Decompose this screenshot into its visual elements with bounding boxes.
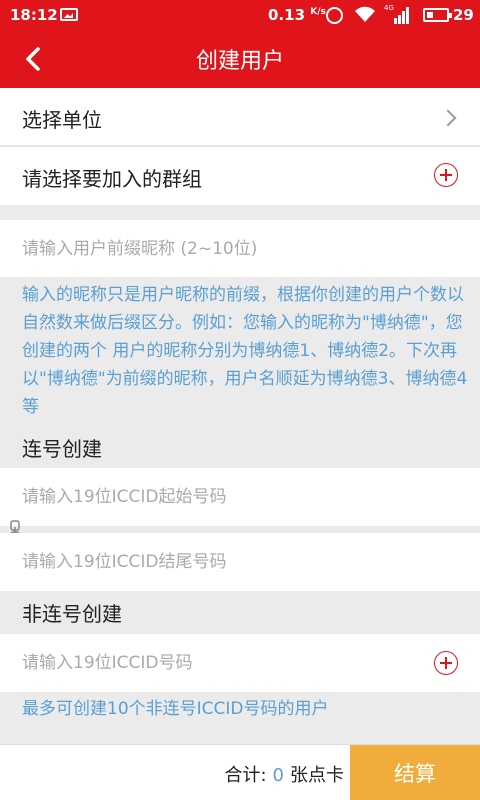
chevron-right-icon	[439, 109, 457, 127]
battery-icon	[423, 8, 452, 22]
select-unit-label: 选择单位	[22, 108, 102, 132]
prefix-hint-text: 输入的昵称只是用户昵称的前缀，根据你创建的用户个数以自然数来做后缀区分。例如：您…	[22, 285, 468, 417]
total-label: 合计:	[224, 765, 267, 786]
consecutive-create-heading: 连号创建	[22, 437, 102, 461]
header: 创建用户	[0, 30, 480, 88]
start-iccid-input[interactable]	[22, 468, 422, 526]
network-speed-unit: K/s	[310, 7, 326, 17]
end-iccid-row	[0, 533, 480, 591]
page-title: 创建用户	[195, 49, 284, 74]
status-bar: 18:12 0.13 K/s 4G 29	[0, 0, 480, 30]
iccid-row	[0, 634, 480, 692]
signal-strength-icon	[394, 7, 409, 24]
total-unit: 张点卡	[290, 765, 344, 786]
alarm-clock-icon	[326, 7, 343, 24]
add-iccid-icon[interactable]	[434, 651, 458, 675]
select-group-row[interactable]: 请选择要加入的群组	[0, 147, 480, 205]
total-summary: 合计: 0 张点卡	[224, 761, 344, 787]
nonconsecutive-hint-text: 最多可创建10个非连号ICCID号码的用户	[22, 699, 329, 719]
status-time: 18:12	[10, 6, 58, 24]
prefix-nickname-input[interactable]	[22, 220, 422, 277]
network-speed: 0.13 K/s	[268, 6, 326, 24]
iccid-input[interactable]	[22, 634, 422, 692]
nonconsecutive-create-heading: 非连号创建	[22, 602, 122, 626]
end-iccid-input[interactable]	[22, 533, 422, 591]
wifi-icon	[355, 6, 375, 22]
image-notification-icon	[60, 8, 78, 21]
select-unit-row[interactable]: 选择单位	[0, 88, 480, 146]
add-group-icon[interactable]	[434, 163, 458, 187]
total-count: 0	[272, 765, 284, 786]
checkout-button[interactable]: 结算	[350, 745, 480, 800]
network-speed-value: 0.13	[268, 6, 306, 24]
prefix-nickname-row	[0, 220, 480, 277]
battery-level: 29	[453, 6, 474, 24]
bottom-bar: 合计: 0 张点卡 结算	[0, 744, 480, 800]
start-iccid-row	[0, 468, 480, 526]
select-group-label: 请选择要加入的群组	[22, 167, 202, 191]
